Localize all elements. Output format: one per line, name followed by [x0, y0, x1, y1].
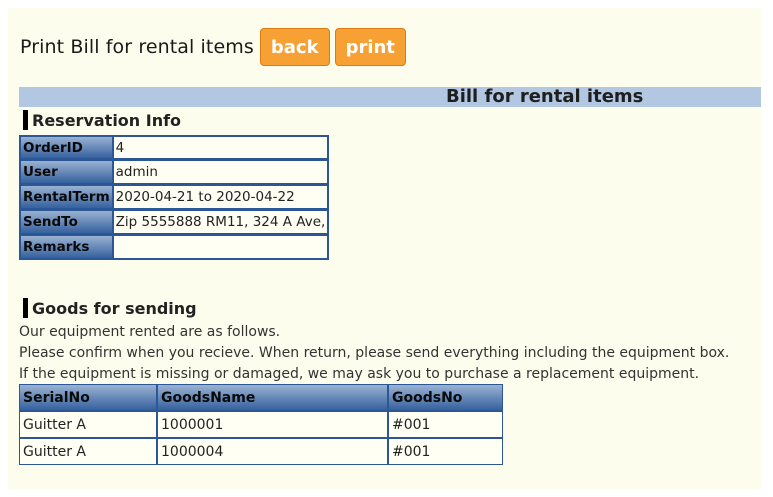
reservation-heading-label: Reservation Info [32, 110, 182, 130]
table-row: Guitter A 1000004 #001 [19, 438, 503, 465]
column-header-goodsname: GoodsName [157, 384, 388, 411]
table-row: SendTo Zip 5555888 RM11, 324 A Ave, [19, 210, 330, 235]
goodsno-cell: #001 [388, 438, 503, 465]
orderid-label: OrderID [19, 135, 113, 160]
sendto-label: SendTo [19, 210, 113, 235]
bill-banner: Bill for rental items [19, 87, 761, 107]
bill-page: Print Bill for rental items back print B… [8, 8, 761, 489]
serialno-cell: Guitter A [19, 438, 157, 465]
reservation-heading: Reservation Info [23, 110, 181, 130]
table-row: RentalTerm 2020-04-21 to 2020-04-22 [19, 185, 330, 210]
serialno-cell: Guitter A [19, 411, 157, 438]
remarks-value [112, 235, 330, 260]
goods-note-3: If the equipment is missing or damaged, … [19, 366, 700, 382]
table-row: Guitter A 1000001 #001 [19, 411, 503, 438]
goods-note-1: Our equipment rented are as follows. [19, 324, 281, 340]
rentalterm-label: RentalTerm [19, 185, 113, 210]
page-title: Print Bill for rental items [20, 36, 254, 58]
column-header-serialno: SerialNo [19, 384, 157, 411]
page-header: Print Bill for rental items back print [20, 28, 411, 66]
user-label: User [19, 160, 113, 185]
table-header-row: SerialNo GoodsName GoodsNo [19, 384, 503, 411]
section-marker [23, 298, 28, 318]
table-row: OrderID 4 [19, 135, 330, 160]
goods-heading-label: Goods for sending [32, 298, 197, 318]
print-button[interactable]: print [334, 28, 406, 66]
section-marker [23, 110, 28, 130]
goodsno-cell: #001 [388, 411, 503, 438]
orderid-value: 4 [112, 135, 330, 160]
column-header-goodsno: GoodsNo [388, 384, 503, 411]
reservation-info-table: OrderID 4 User admin RentalTerm 2020-04-… [19, 135, 330, 260]
goods-table: SerialNo GoodsName GoodsNo Guitter A 100… [19, 384, 503, 465]
table-row: Remarks [19, 235, 330, 260]
back-button[interactable]: back [259, 28, 330, 66]
goodsname-cell: 1000004 [157, 438, 388, 465]
goods-heading: Goods for sending [23, 298, 197, 318]
remarks-label: Remarks [19, 235, 113, 260]
bill-title: Bill for rental items [446, 86, 644, 107]
goodsname-cell: 1000001 [157, 411, 388, 438]
goods-note-2: Please confirm when you recieve. When re… [19, 345, 730, 361]
sendto-value: Zip 5555888 RM11, 324 A Ave, [112, 210, 330, 235]
rentalterm-value: 2020-04-21 to 2020-04-22 [112, 185, 330, 210]
user-value: admin [112, 160, 330, 185]
table-row: User admin [19, 160, 330, 185]
